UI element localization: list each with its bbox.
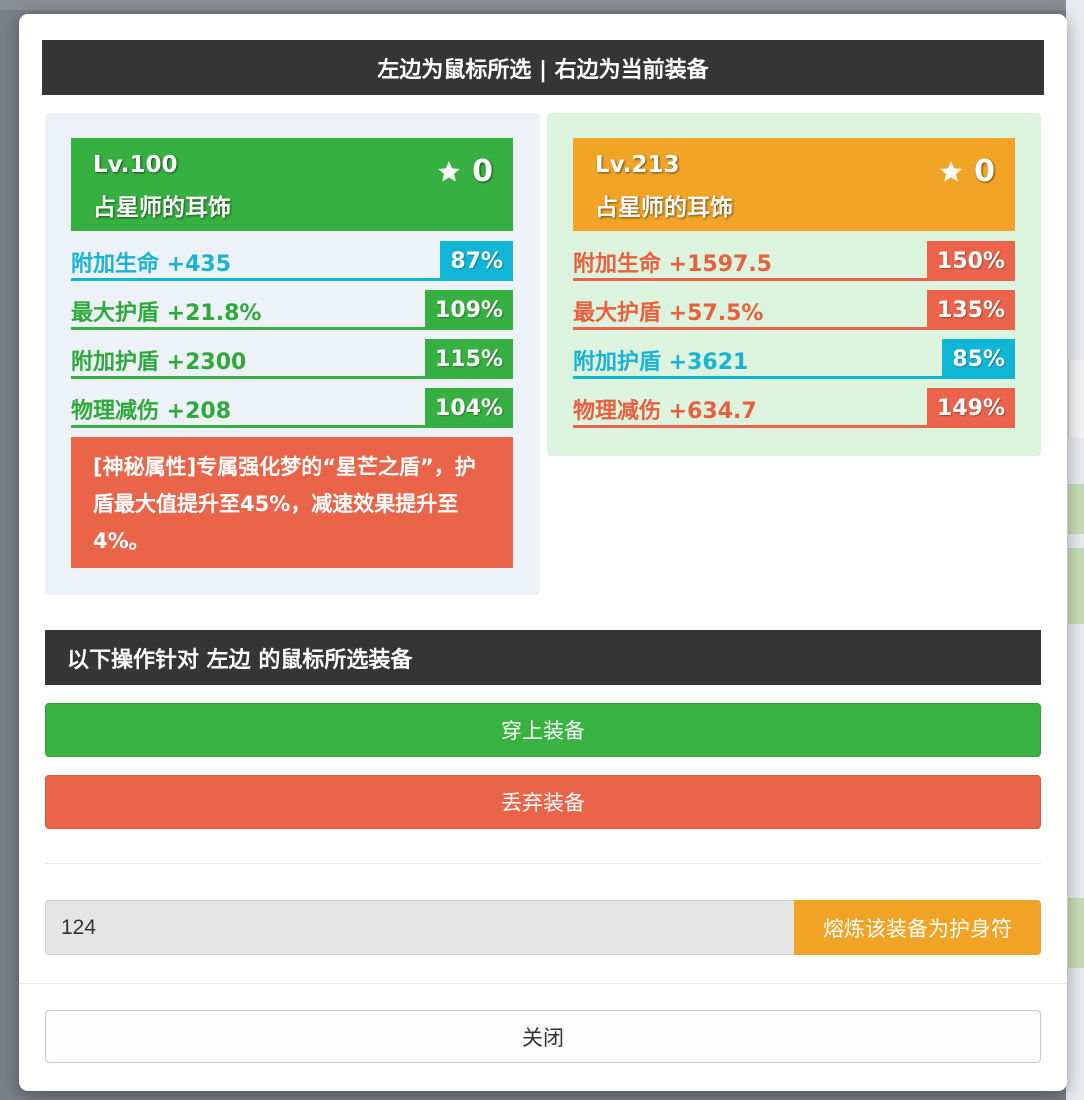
- stat-row: 物理减伤 +208 104%: [71, 388, 513, 428]
- stat-underline: [573, 278, 1015, 281]
- selected-equipment-panel: Lv.100 占星师的耳饰 0 附加生命 +435 87% 最大护盾 +21.8…: [45, 113, 540, 595]
- backdrop-element: [1068, 484, 1084, 534]
- stat-row: 附加护盾 +2300 115%: [71, 339, 513, 379]
- equipment-compare-modal: 左边为鼠标所选 | 右边为当前装备 Lv.100 占星师的耳饰 0 附加生命 +…: [19, 14, 1067, 1091]
- stat-underline: [71, 327, 513, 330]
- footer-divider: [19, 983, 1067, 984]
- stat-percent-badge: 109%: [425, 290, 513, 330]
- backdrop-element: [1068, 898, 1084, 968]
- mystery-attribute: [神秘属性]专属强化梦的“星芒之盾”，护盾最大值提升至45%，减速效果提升至4%…: [71, 437, 513, 568]
- stat-underline: [573, 376, 1015, 379]
- backdrop-panel: [1068, 360, 1084, 438]
- stat-percent-badge: 149%: [927, 388, 1015, 428]
- stat-label: 附加生命 +435: [71, 252, 232, 277]
- equipment-stars: 0: [938, 154, 995, 189]
- discard-button[interactable]: 丢弃装备: [45, 775, 1041, 829]
- stat-label: 附加护盾 +3621: [573, 350, 749, 375]
- stat-row: 最大护盾 +21.8% 109%: [71, 290, 513, 330]
- smelt-amulet-button[interactable]: 熔炼该装备为护身符: [794, 900, 1041, 955]
- divider: [45, 863, 1041, 864]
- stat-underline: [71, 278, 513, 281]
- stat-label: 物理减伤 +208: [71, 399, 232, 424]
- stat-label: 最大护盾 +57.5%: [573, 301, 764, 326]
- star-icon: [940, 160, 962, 182]
- stat-row: 附加生命 +1597.5 150%: [573, 241, 1015, 281]
- page-backdrop-top: [0, 0, 1084, 10]
- stat-percent-badge: 115%: [425, 339, 513, 379]
- equipment-level: Lv.100: [93, 152, 178, 178]
- equipment-name: 占星师的耳饰: [595, 195, 733, 221]
- stat-percent-badge: 104%: [425, 388, 513, 428]
- star-icon: [438, 160, 460, 182]
- smelt-input[interactable]: 124: [45, 900, 794, 955]
- stat-underline: [71, 376, 513, 379]
- star-count: 0: [974, 154, 995, 189]
- equipment-level: Lv.213: [595, 152, 680, 178]
- current-equipment-panel: Lv.213 占星师的耳饰 0 附加生命 +1597.5 150% 最大护盾 +…: [547, 113, 1041, 456]
- stat-row: 物理减伤 +634.7 149%: [573, 388, 1015, 428]
- stat-row: 附加生命 +435 87%: [71, 241, 513, 281]
- operations-title: 以下操作针对 左边 的鼠标所选装备: [45, 630, 1041, 685]
- stat-label: 物理减伤 +634.7: [573, 399, 757, 424]
- equipment-stars: 0: [436, 154, 493, 189]
- selected-equipment-header: Lv.100 占星师的耳饰 0: [71, 138, 513, 231]
- stat-row: 附加护盾 +3621 85%: [573, 339, 1015, 379]
- stat-label: 最大护盾 +21.8%: [71, 301, 262, 326]
- close-button[interactable]: 关闭: [45, 1010, 1041, 1063]
- stat-label: 附加生命 +1597.5: [573, 252, 772, 277]
- stat-underline: [573, 327, 1015, 330]
- stat-label: 附加护盾 +2300: [71, 350, 247, 375]
- star-count: 0: [472, 154, 493, 189]
- stat-underline: [71, 425, 513, 428]
- modal-title: 左边为鼠标所选 | 右边为当前装备: [42, 40, 1044, 95]
- current-equipment-header: Lv.213 占星师的耳饰 0: [573, 138, 1015, 231]
- stat-percent-badge: 150%: [927, 241, 1015, 281]
- equipment-name: 占星师的耳饰: [93, 195, 231, 221]
- stat-percent-badge: 87%: [440, 241, 513, 281]
- stat-percent-badge: 135%: [927, 290, 1015, 330]
- stat-percent-badge: 85%: [942, 339, 1015, 379]
- backdrop-element: [1068, 548, 1084, 624]
- stat-underline: [573, 425, 1015, 428]
- stat-row: 最大护盾 +57.5% 135%: [573, 290, 1015, 330]
- equip-button[interactable]: 穿上装备: [45, 703, 1041, 757]
